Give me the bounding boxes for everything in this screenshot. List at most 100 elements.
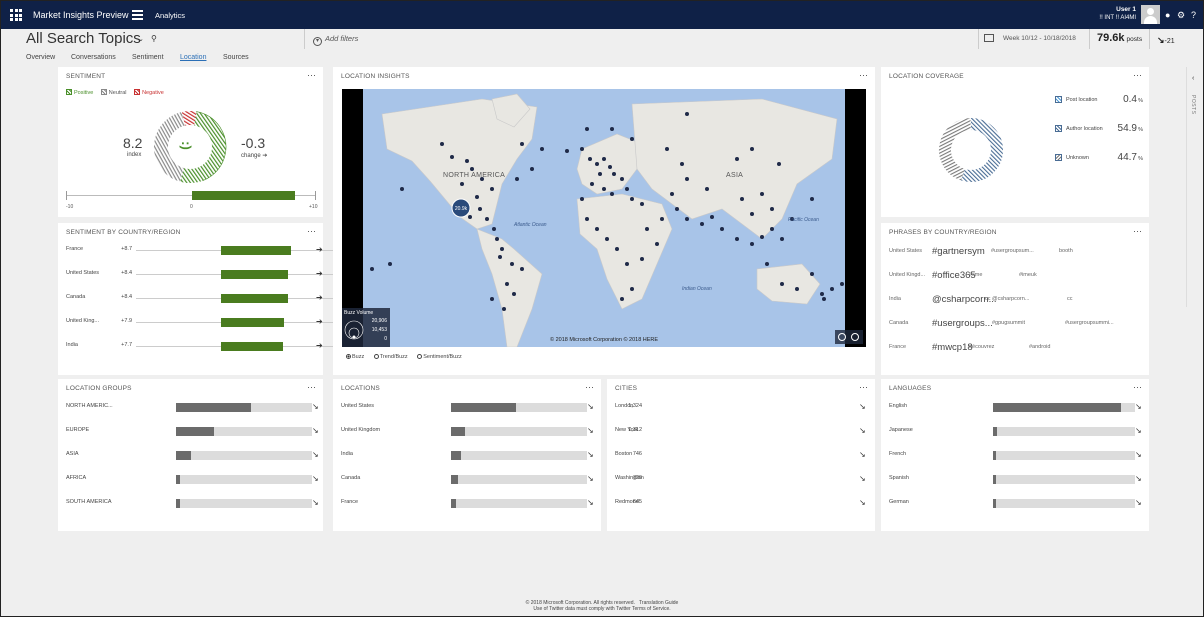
table-row[interactable]: Japanese2,600↘ <box>889 426 1145 437</box>
buzz-dot[interactable] <box>830 287 834 291</box>
arrow-down-right-icon[interactable]: ↘ <box>312 426 319 435</box>
buzz-dot[interactable] <box>598 172 602 176</box>
buzz-dot[interactable] <box>685 112 689 116</box>
buzz-dot[interactable] <box>612 172 616 176</box>
buzz-dot[interactable] <box>630 137 634 141</box>
buzz-dot[interactable] <box>580 197 584 201</box>
table-row[interactable]: India3,131↘ <box>341 450 597 461</box>
phrase-third[interactable]: #android <box>1029 344 1050 350</box>
buzz-dot[interactable] <box>400 187 404 191</box>
buzz-dot[interactable] <box>520 267 524 271</box>
table-row[interactable]: Washington 726 ↘ <box>615 474 871 485</box>
buzz-dot[interactable] <box>760 235 764 239</box>
mode-buzz[interactable]: Buzz <box>346 354 368 360</box>
week-selector[interactable]: Week 10/12 - 10/18/2018 <box>978 29 1076 49</box>
buzz-dot[interactable] <box>502 307 506 311</box>
buzz-dot[interactable] <box>588 157 592 161</box>
arrow-down-right-icon[interactable]: ↘ <box>587 402 594 411</box>
buzz-dot[interactable] <box>705 187 709 191</box>
buzz-dot[interactable] <box>810 197 814 201</box>
buzz-dot[interactable] <box>777 162 781 166</box>
phrase-third[interactable]: booth <box>1059 248 1073 254</box>
buzz-dot[interactable] <box>595 162 599 166</box>
more-icon[interactable]: ··· <box>307 70 316 80</box>
table-row[interactable]: English71,671↘ <box>889 402 1145 413</box>
buzz-dot[interactable] <box>795 287 799 291</box>
zoom-out-icon[interactable] <box>851 333 859 341</box>
buzz-dot[interactable] <box>630 197 634 201</box>
arrow-right-icon[interactable]: ➔ <box>316 317 323 326</box>
coverage-item[interactable]: Unknown 44.7% <box>1055 152 1145 163</box>
buzz-dot[interactable] <box>750 242 754 246</box>
table-row[interactable]: ASIA4,469↘ <box>66 450 322 461</box>
arrow-down-right-icon[interactable]: ↘ <box>859 498 866 507</box>
buzz-dot[interactable] <box>492 227 496 231</box>
more-icon[interactable]: ··· <box>1133 226 1142 236</box>
arrow-down-right-icon[interactable]: ↘ <box>587 426 594 435</box>
arrow-down-right-icon[interactable]: ↘ <box>859 450 866 459</box>
buzz-dot[interactable] <box>388 262 392 266</box>
buzz-dot[interactable] <box>610 192 614 196</box>
buzz-dot[interactable] <box>450 155 454 159</box>
user-info[interactable]: User 1 !! INT !! AI4MI <box>1099 6 1136 22</box>
buzz-dot[interactable] <box>770 227 774 231</box>
buzz-dot[interactable] <box>680 162 684 166</box>
mode-trend-buzz[interactable]: Trend/Buzz <box>373 354 412 360</box>
more-icon[interactable]: ··· <box>1133 382 1142 392</box>
more-icon[interactable]: ··· <box>307 382 316 392</box>
buzz-dot[interactable] <box>595 227 599 231</box>
app-launcher-icon[interactable] <box>10 9 22 21</box>
hamburger-menu-icon[interactable] <box>132 10 143 20</box>
section-title[interactable]: Analytics <box>155 11 185 20</box>
table-row[interactable]: United Kingdom4,198↘ <box>341 426 597 437</box>
arrow-down-right-icon[interactable]: ↘ <box>859 474 866 483</box>
legend-negative[interactable]: Negative <box>142 90 164 96</box>
table-row[interactable]: United States20,906↘ <box>341 402 597 413</box>
buzz-dot[interactable] <box>630 287 634 291</box>
sentiment-country-row[interactable]: India +7.7 ➔ <box>66 341 371 354</box>
arrow-down-right-icon[interactable]: ↘ <box>1135 498 1142 507</box>
buzz-dot[interactable] <box>610 127 614 131</box>
share-icon[interactable]: ⚲ <box>151 34 157 43</box>
buzz-dot[interactable] <box>685 217 689 221</box>
buzz-dot[interactable] <box>468 215 472 219</box>
buzz-dot[interactable] <box>822 297 826 301</box>
chevron-left-icon[interactable]: ‹ <box>1192 75 1194 82</box>
notification-icon[interactable]: ● <box>1165 10 1170 20</box>
legend-neutral[interactable]: Neutral <box>109 90 127 96</box>
buzz-dot[interactable] <box>765 262 769 266</box>
coverage-item[interactable]: Post location 0.4% <box>1055 94 1145 105</box>
buzz-dot[interactable] <box>615 247 619 251</box>
buzz-dot[interactable] <box>720 227 724 231</box>
avatar[interactable] <box>1141 5 1160 24</box>
arrow-down-right-icon[interactable]: ↘ <box>312 450 319 459</box>
phrase-top[interactable]: #mwcp18 <box>932 342 973 353</box>
arrow-down-right-icon[interactable]: ↘ <box>312 402 319 411</box>
more-icon[interactable]: ··· <box>1133 70 1142 80</box>
buzz-dot[interactable] <box>620 177 624 181</box>
tab-location[interactable]: Location <box>180 54 206 61</box>
table-row[interactable]: Boston 746 ↘ <box>615 450 871 461</box>
phrase-third[interactable]: #imeuk <box>1019 272 1037 278</box>
buzz-dot[interactable] <box>585 127 589 131</box>
buzz-dot[interactable] <box>760 192 764 196</box>
buzz-dot[interactable] <box>710 215 714 219</box>
tab-conversations[interactable]: Conversations <box>71 54 116 61</box>
world-map[interactable]: 20.9k NORTH AMERICA ASIA Atlantic Ocean … <box>342 89 866 347</box>
buzz-dot[interactable] <box>608 165 612 169</box>
add-filters-button[interactable]: ▾ Add filters <box>304 29 358 49</box>
arrow-down-right-icon[interactable]: ↘ <box>1135 402 1142 411</box>
table-row[interactable]: Redmond 645 ↘ <box>615 498 871 509</box>
sentiment-country-row[interactable]: United King... +7.9 ➔ <box>66 317 371 330</box>
buzz-dot[interactable] <box>665 147 669 151</box>
more-icon[interactable]: ··· <box>859 70 868 80</box>
arrow-down-right-icon[interactable]: ↘ <box>1135 450 1142 459</box>
phrase-top[interactable]: #gartnersym <box>932 246 985 257</box>
more-icon[interactable]: ··· <box>307 226 316 236</box>
buzz-dot[interactable] <box>580 147 584 151</box>
phrase-third[interactable]: cc <box>1067 296 1073 302</box>
table-row[interactable]: German796↘ <box>889 498 1145 509</box>
buzz-dot[interactable] <box>585 217 589 221</box>
arrow-right-icon[interactable]: ➔ <box>316 245 323 254</box>
phrase-second[interactable]: cc @csharpcorn... <box>985 296 1029 302</box>
